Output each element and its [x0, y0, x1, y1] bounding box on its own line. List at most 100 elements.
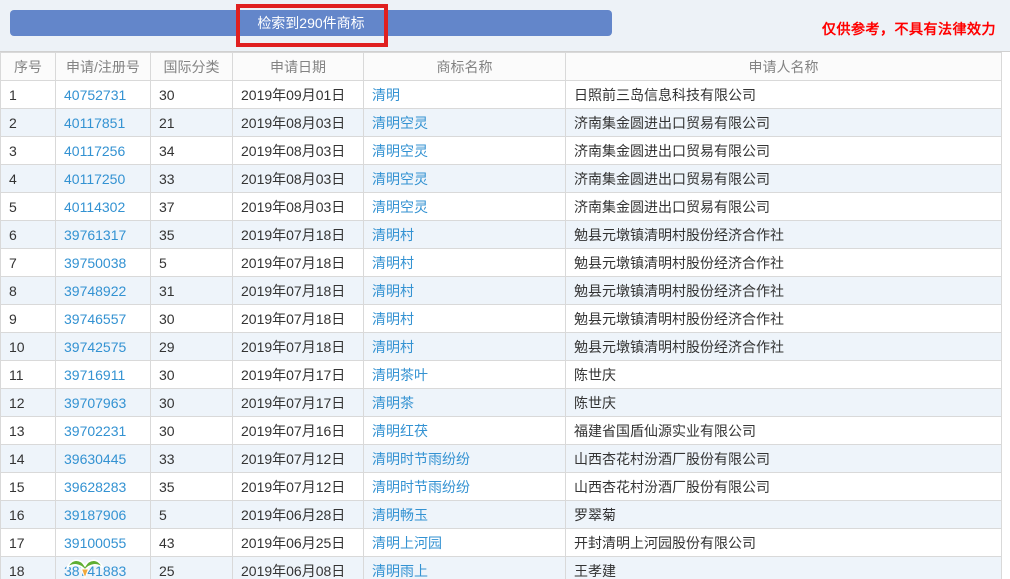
cell-intl-class: 34 — [150, 136, 233, 165]
reg-no-link[interactable]: 40117851 — [64, 115, 125, 131]
cell-seq: 9 — [0, 304, 56, 333]
trademark-name-link[interactable]: 清明村 — [372, 227, 414, 243]
reg-no-link[interactable]: 39187906 — [64, 507, 126, 523]
cell-intl-class: 37 — [150, 192, 233, 221]
cell-name: 清明上河园 — [363, 528, 566, 557]
reg-no-link[interactable]: 39702231 — [64, 423, 126, 439]
table-row: 15 39628283 35 2019年07月12日 清明时节雨纷纷 山西杏花村汾酒厂股份… — [0, 472, 1002, 501]
cell-name: 清明村 — [363, 248, 566, 277]
cell-reg-no: 39761317 — [55, 220, 151, 249]
reg-no-link[interactable]: 39742575 — [64, 339, 126, 355]
results-table: 序号 申请/注册号 国际分类 申请日期 商标名称 申请人名称 1 40752731… — [0, 52, 1002, 579]
trademark-name-link[interactable]: 清明空灵 — [372, 171, 428, 187]
table-row: 3 40117256 34 2019年08月03日 清明空灵 济南集金圆进出口贸易有限公司 — [0, 136, 1002, 165]
cell-reg-no: 39707963 — [55, 388, 151, 417]
cell-intl-class: 30 — [150, 80, 233, 109]
cell-date: 2019年08月03日 — [232, 192, 364, 221]
trademark-name-link[interactable]: 清明时节雨纷纷 — [372, 479, 470, 495]
reg-no-link[interactable]: 38741883 — [64, 563, 126, 579]
trademark-search-results-page: 检索到290件商标 仅供参考，不具有法律效力 序号 申请/注册号 国际分类 申请… — [0, 0, 1010, 579]
cell-date: 2019年06月08日 — [232, 556, 364, 579]
cell-date: 2019年07月18日 — [232, 304, 364, 333]
cell-intl-class: 30 — [150, 360, 233, 389]
cell-applicant: 勉县元墩镇清明村股份经济合作社 — [565, 276, 1002, 305]
cell-date: 2019年07月16日 — [232, 416, 364, 445]
reg-no-link[interactable]: 39761317 — [64, 227, 126, 243]
cell-reg-no: 39630445 — [55, 444, 151, 473]
table-row: 12 39707963 30 2019年07月17日 清明茶 陈世庆 — [0, 388, 1002, 417]
cell-applicant: 济南集金圆进出口贸易有限公司 — [565, 108, 1002, 137]
cell-applicant: 济南集金圆进出口贸易有限公司 — [565, 136, 1002, 165]
cell-name: 清明 — [363, 80, 566, 109]
trademark-name-link[interactable]: 清明雨上 — [372, 563, 428, 579]
trademark-name-link[interactable]: 清明村 — [372, 283, 414, 299]
cell-applicant: 日照前三岛信息科技有限公司 — [565, 80, 1002, 109]
reg-no-link[interactable]: 40752731 — [64, 87, 126, 103]
cell-intl-class: 43 — [150, 528, 233, 557]
cell-name: 清明茶 — [363, 388, 566, 417]
cell-reg-no: 40752731 — [55, 80, 151, 109]
reg-no-link[interactable]: 39716911 — [64, 367, 125, 383]
table-row: 9 39746557 30 2019年07月18日 清明村 勉县元墩镇清明村股份经济合作社 — [0, 304, 1002, 333]
reg-no-link[interactable]: 39100055 — [64, 535, 126, 551]
table-row: 13 39702231 30 2019年07月16日 清明红茯 福建省国盾仙源实业有限公司 — [0, 416, 1002, 445]
cell-seq: 1 — [0, 80, 56, 109]
trademark-name-link[interactable]: 清明畅玉 — [372, 507, 428, 523]
cell-reg-no: 40114302 — [55, 192, 151, 221]
cell-date: 2019年07月12日 — [232, 444, 364, 473]
trademark-name-link[interactable]: 清明空灵 — [372, 199, 428, 215]
trademark-name-link[interactable]: 清明茶 — [372, 395, 414, 411]
cell-reg-no: 39702231 — [55, 416, 151, 445]
cell-applicant: 勉县元墩镇清明村股份经济合作社 — [565, 332, 1002, 361]
reg-no-link[interactable]: 39707963 — [64, 395, 126, 411]
trademark-name-link[interactable]: 清明空灵 — [372, 115, 428, 131]
cell-name: 清明时节雨纷纷 — [363, 444, 566, 473]
cell-seq: 15 — [0, 472, 56, 501]
reg-no-link[interactable]: 39748922 — [64, 283, 126, 299]
cell-applicant: 济南集金圆进出口贸易有限公司 — [565, 164, 1002, 193]
cell-applicant: 陈世庆 — [565, 360, 1002, 389]
cell-seq: 6 — [0, 220, 56, 249]
trademark-name-link[interactable]: 清明空灵 — [372, 143, 428, 159]
cell-seq: 5 — [0, 192, 56, 221]
cell-reg-no: 39750038 — [55, 248, 151, 277]
cell-applicant: 开封清明上河园股份有限公司 — [565, 528, 1002, 557]
trademark-name-link[interactable]: 清明村 — [372, 255, 414, 271]
cell-seq: 16 — [0, 500, 56, 529]
cell-date: 2019年09月01日 — [232, 80, 364, 109]
cell-reg-no: 40117851 — [55, 108, 151, 137]
cell-name: 清明茶叶 — [363, 360, 566, 389]
reg-no-link[interactable]: 39746557 — [64, 311, 126, 327]
trademark-name-link[interactable]: 清明村 — [372, 311, 414, 327]
trademark-name-link[interactable]: 清明红茯 — [372, 423, 428, 439]
cell-reg-no: 39100055 — [55, 528, 151, 557]
cell-name: 清明村 — [363, 276, 566, 305]
cell-seq: 4 — [0, 164, 56, 193]
cell-date: 2019年07月12日 — [232, 472, 364, 501]
cell-date: 2019年07月18日 — [232, 220, 364, 249]
reg-no-link[interactable]: 39630445 — [64, 451, 126, 467]
cell-intl-class: 29 — [150, 332, 233, 361]
cell-applicant: 山西杏花村汾酒厂股份有限公司 — [565, 472, 1002, 501]
cell-date: 2019年08月03日 — [232, 108, 364, 137]
cell-name: 清明畅玉 — [363, 500, 566, 529]
trademark-name-link[interactable]: 清明 — [372, 87, 400, 103]
cell-applicant: 济南集金圆进出口贸易有限公司 — [565, 192, 1002, 221]
table-row: 1 40752731 30 2019年09月01日 清明 日照前三岛信息科技有限公司 — [0, 80, 1002, 109]
search-result-count-button[interactable]: 检索到290件商标 — [10, 10, 612, 36]
reg-no-link[interactable]: 40114302 — [64, 199, 125, 215]
reg-no-link[interactable]: 39750038 — [64, 255, 126, 271]
trademark-name-link[interactable]: 清明村 — [372, 339, 414, 355]
trademark-name-link[interactable]: 清明上河园 — [372, 535, 442, 551]
cell-seq: 11 — [0, 360, 56, 389]
reg-no-link[interactable]: 40117250 — [64, 171, 125, 187]
trademark-name-link[interactable]: 清明茶叶 — [372, 367, 428, 383]
table-row: 2 40117851 21 2019年08月03日 清明空灵 济南集金圆进出口贸易有限公司 — [0, 108, 1002, 137]
table-row: 7 39750038 5 2019年07月18日 清明村 勉县元墩镇清明村股份经济合作社 — [0, 248, 1002, 277]
reg-no-link[interactable]: 40117256 — [64, 143, 125, 159]
cell-date: 2019年06月28日 — [232, 500, 364, 529]
cell-reg-no: 39742575 — [55, 332, 151, 361]
cell-seq: 10 — [0, 332, 56, 361]
trademark-name-link[interactable]: 清明时节雨纷纷 — [372, 451, 470, 467]
reg-no-link[interactable]: 39628283 — [64, 479, 126, 495]
